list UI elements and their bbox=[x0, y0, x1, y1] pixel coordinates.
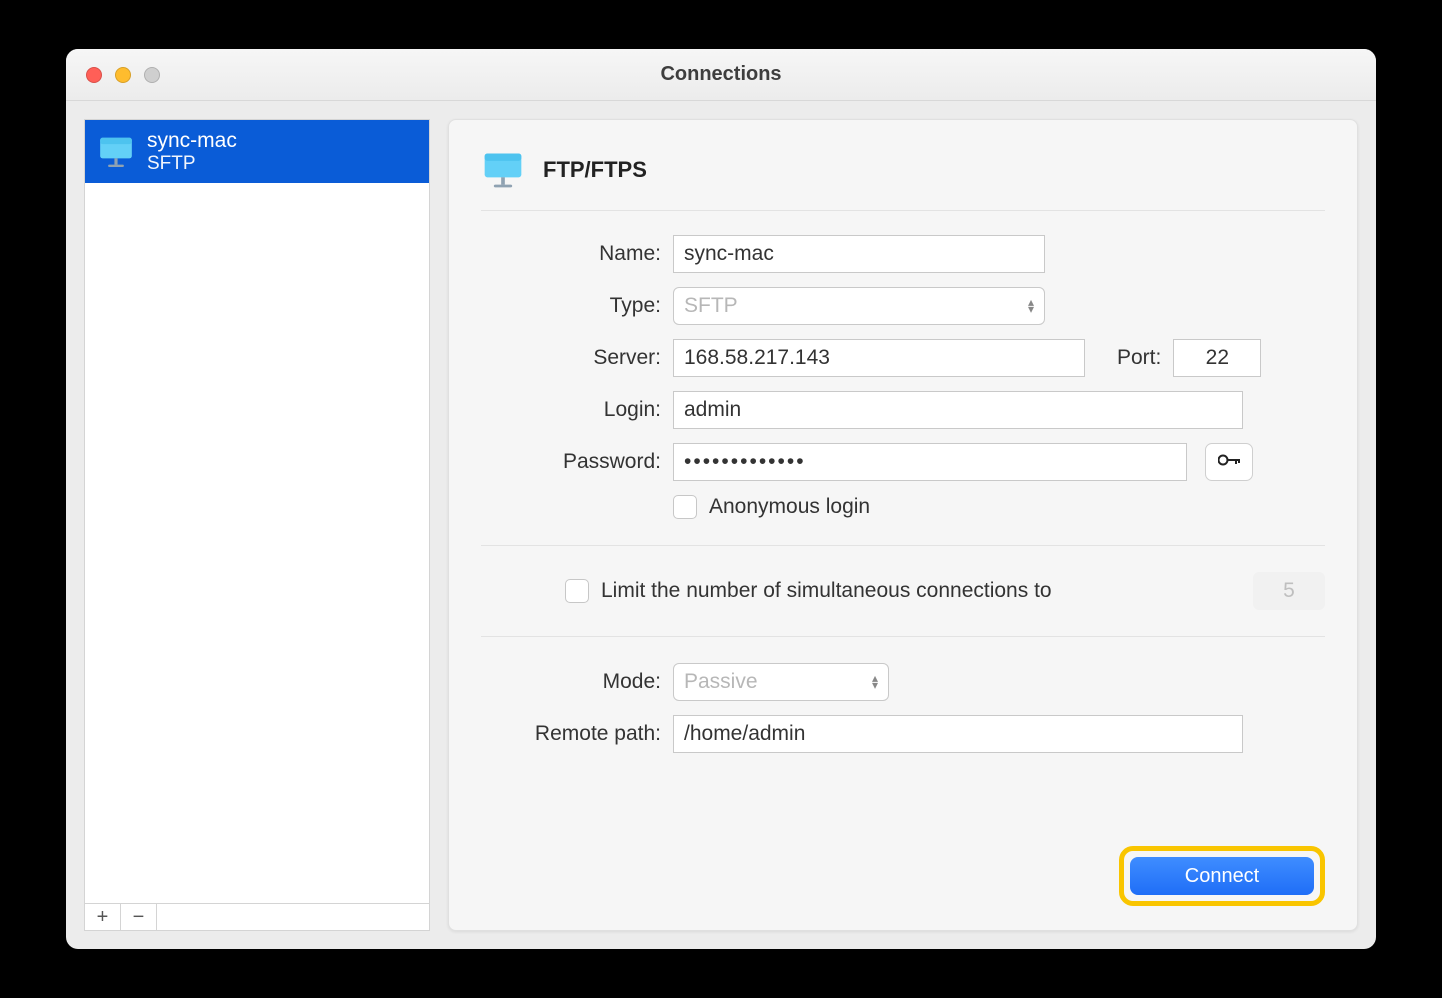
connect-highlight: Connect bbox=[1119, 846, 1325, 906]
add-connection-button[interactable]: + bbox=[85, 904, 121, 930]
port-label: Port: bbox=[1117, 346, 1161, 370]
panel-title: FTP/FTPS bbox=[543, 157, 647, 183]
sidebar-item-name: sync-mac bbox=[147, 128, 237, 153]
server-label: Server: bbox=[481, 346, 661, 370]
login-input[interactable] bbox=[673, 391, 1243, 429]
anonymous-label: Anonymous login bbox=[709, 495, 870, 519]
key-button[interactable] bbox=[1205, 443, 1253, 481]
divider bbox=[481, 545, 1325, 546]
port-input[interactable] bbox=[1173, 339, 1261, 377]
chevron-updown-icon: ▴▾ bbox=[872, 675, 878, 689]
type-select[interactable]: SFTP ▴▾ bbox=[673, 287, 1045, 325]
panel-footer: Connect bbox=[481, 846, 1325, 906]
name-input[interactable] bbox=[673, 235, 1045, 273]
remote-path-label: Remote path: bbox=[481, 722, 661, 746]
mode-select[interactable]: Passive ▴▾ bbox=[673, 663, 889, 701]
sidebar-item-text: sync-mac SFTP bbox=[147, 128, 237, 175]
minus-icon: − bbox=[133, 906, 145, 929]
sidebar-item-protocol: SFTP bbox=[147, 153, 237, 175]
panel-header: FTP/FTPS bbox=[481, 148, 1325, 211]
anonymous-checkbox[interactable] bbox=[673, 495, 697, 519]
window-title: Connections bbox=[66, 63, 1376, 86]
zoom-window-button[interactable] bbox=[144, 67, 160, 83]
connect-button[interactable]: Connect bbox=[1130, 857, 1314, 895]
name-label: Name: bbox=[481, 242, 661, 266]
remote-path-input[interactable] bbox=[673, 715, 1243, 753]
mode-value: Passive bbox=[684, 670, 758, 694]
limit-value: 5 bbox=[1253, 572, 1325, 610]
password-label: Password: bbox=[481, 450, 661, 474]
server-input[interactable] bbox=[673, 339, 1085, 377]
chevron-updown-icon: ▴▾ bbox=[1028, 299, 1034, 313]
connection-form: Name: Type: SFTP ▴▾ Server: Port: bbox=[481, 211, 1325, 753]
key-icon bbox=[1218, 453, 1240, 472]
sidebar-container: sync-mac SFTP + − bbox=[84, 119, 430, 931]
minimize-window-button[interactable] bbox=[115, 67, 131, 83]
password-input[interactable] bbox=[673, 443, 1187, 481]
type-label: Type: bbox=[481, 294, 661, 318]
content-area: sync-mac SFTP + − bbox=[66, 101, 1376, 949]
sidebar-toolbar: + − bbox=[84, 903, 430, 931]
type-value: SFTP bbox=[684, 294, 738, 318]
limit-checkbox[interactable] bbox=[565, 579, 589, 603]
connections-window: Connections sync-mac SFT bbox=[66, 49, 1376, 949]
limit-label: Limit the number of simultaneous connect… bbox=[601, 579, 1052, 603]
network-folder-icon bbox=[97, 133, 135, 171]
network-folder-icon bbox=[481, 148, 525, 192]
connections-list[interactable]: sync-mac SFTP bbox=[84, 119, 430, 903]
remove-connection-button[interactable]: − bbox=[121, 904, 157, 930]
divider bbox=[481, 636, 1325, 637]
sidebar-item-connection[interactable]: sync-mac SFTP bbox=[85, 120, 429, 183]
titlebar: Connections bbox=[66, 49, 1376, 101]
mode-label: Mode: bbox=[481, 670, 661, 694]
plus-icon: + bbox=[97, 906, 109, 929]
login-label: Login: bbox=[481, 398, 661, 422]
window-controls bbox=[66, 67, 160, 83]
connection-details-panel: FTP/FTPS Name: Type: SFTP ▴▾ bbox=[448, 119, 1358, 931]
close-window-button[interactable] bbox=[86, 67, 102, 83]
